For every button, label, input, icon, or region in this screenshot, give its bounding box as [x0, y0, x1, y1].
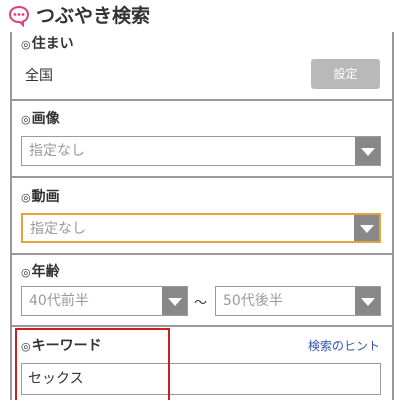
video-select-value: 指定なし: [30, 221, 86, 237]
keyword-input[interactable]: セックス: [21, 363, 381, 395]
residence-setting-button[interactable]: 設定: [311, 59, 380, 89]
age-from-value: 40代前半: [29, 293, 89, 309]
chevron-down-icon[interactable]: [354, 215, 379, 241]
keyword-input-value: セックス: [28, 371, 84, 387]
age-label-text: 年齢: [31, 264, 60, 280]
label-mark: ◎: [21, 266, 31, 279]
age-from-select[interactable]: 40代前半: [21, 286, 188, 316]
residence-label-text: 住まい: [31, 36, 74, 52]
label-mark: ◎: [21, 38, 31, 51]
image-label-text: 画像: [31, 111, 60, 127]
video-select[interactable]: 指定なし: [21, 213, 381, 243]
image-select[interactable]: 指定なし: [21, 136, 381, 166]
residence-label: ◎住まい: [21, 35, 74, 54]
keyword-label-text: キーワード: [31, 338, 102, 354]
age-to-select[interactable]: 50代後半: [215, 286, 381, 316]
age-label: ◎年齢: [21, 263, 60, 282]
image-label: ◎画像: [21, 110, 60, 129]
page-header: つぶやき検索: [0, 0, 404, 32]
chevron-down-icon[interactable]: [162, 287, 187, 315]
keyword-section: ◎キーワード 検索のヒント セックス: [11, 327, 393, 400]
image-select-value: 指定なし: [29, 143, 85, 159]
video-label: ◎動画: [21, 188, 60, 207]
page-title: つぶやき検索: [36, 5, 151, 27]
label-mark: ◎: [21, 113, 31, 126]
residence-section: ◎住まい 全国 設定: [11, 32, 393, 100]
keyword-label: ◎キーワード: [21, 337, 102, 356]
chevron-down-icon[interactable]: [355, 287, 380, 315]
speech-bubble-icon: [8, 5, 30, 27]
age-to-value: 50代後半: [223, 293, 283, 309]
residence-value: 全国: [25, 68, 53, 84]
label-mark: ◎: [21, 191, 31, 204]
chevron-down-icon[interactable]: [355, 137, 380, 165]
video-label-text: 動画: [31, 189, 60, 205]
label-mark: ◎: [21, 340, 31, 353]
search-hint-link[interactable]: 検索のヒント: [308, 337, 380, 354]
age-range-separator: 〜: [194, 296, 208, 311]
image-section: ◎画像 指定なし: [11, 101, 393, 176]
video-section: ◎動画 指定なし: [11, 178, 393, 253]
age-section: ◎年齢 40代前半 〜 50代後半: [11, 255, 393, 325]
